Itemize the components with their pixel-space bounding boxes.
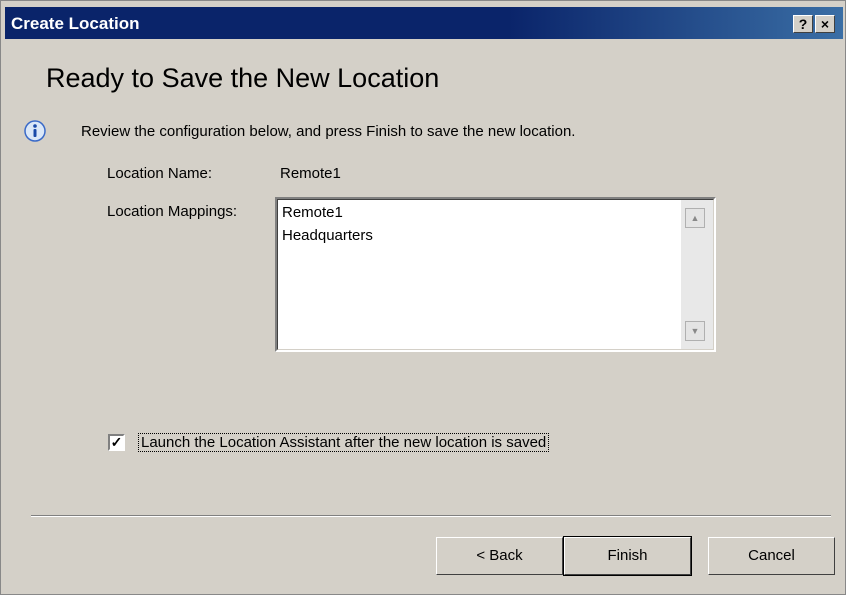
button-separator [31,515,831,517]
location-name-label: Location Name: [107,165,213,182]
create-location-dialog: Create Location ? × Ready to Save the Ne… [0,0,846,595]
finish-button[interactable]: Finish [563,536,692,576]
title-bar: Create Location ? × [5,7,843,39]
location-mappings-list[interactable]: Remote1 Headquarters ▲ ▼ [275,197,716,352]
info-icon [24,120,46,142]
window-title: Create Location [11,14,140,33]
page-title: Ready to Save the New Location [46,63,440,93]
vertical-scrollbar[interactable]: ▲ ▼ [681,200,713,349]
intro-text: Review the configuration below, and pres… [81,123,576,140]
close-button[interactable]: × [815,15,835,33]
back-button[interactable]: < Back [436,537,563,575]
help-button[interactable]: ? [793,15,813,33]
cancel-button[interactable]: Cancel [708,537,835,575]
list-item: Headquarters [282,227,373,244]
location-name-value: Remote1 [280,165,341,182]
location-mappings-label: Location Mappings: [107,203,238,220]
launch-assistant-label[interactable]: Launch the Location Assistant after the … [138,433,550,452]
scroll-down-arrow-icon[interactable]: ▼ [685,321,705,341]
list-item: Remote1 [282,204,343,221]
scroll-up-arrow-icon[interactable]: ▲ [685,208,705,228]
launch-assistant-checkbox[interactable]: ✓ [108,434,125,451]
